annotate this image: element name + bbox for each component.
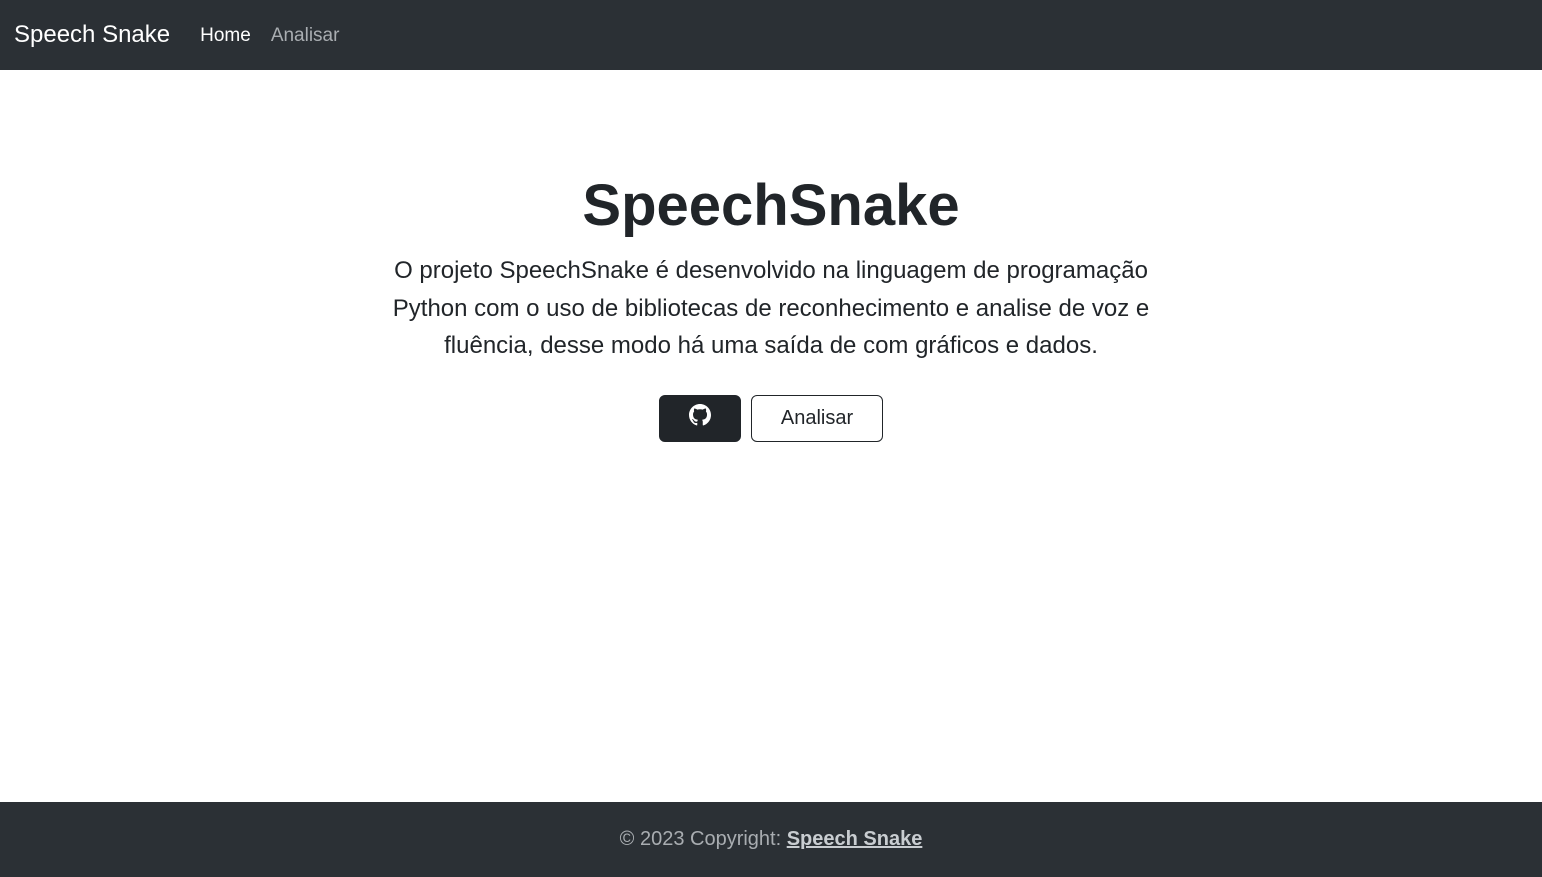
footer-speech-snake-link[interactable]: Speech Snake [787,828,923,850]
github-icon [689,404,711,432]
action-buttons: Analisar [0,394,1542,442]
hero-section: SpeechSnake O projeto SpeechSnake é dese… [0,70,1542,442]
top-navbar: Speech Snake Home Analisar [0,0,1542,70]
nav-link-home[interactable]: Home [200,26,251,45]
copyright-prefix: © 2023 Copyright: [619,828,787,850]
brand-link[interactable]: Speech Snake [14,23,170,47]
page-title: SpeechSnake [582,173,960,238]
page-footer: © 2023 Copyright: Speech Snake [0,802,1542,877]
analisar-button[interactable]: Analisar [751,394,883,442]
project-description: O projeto SpeechSnake é desenvolvido na … [392,257,1150,359]
nav-link-analisar[interactable]: Analisar [271,26,340,45]
copyright-text: © 2023 Copyright: Speech Snake [620,828,923,851]
github-button[interactable] [659,394,741,442]
